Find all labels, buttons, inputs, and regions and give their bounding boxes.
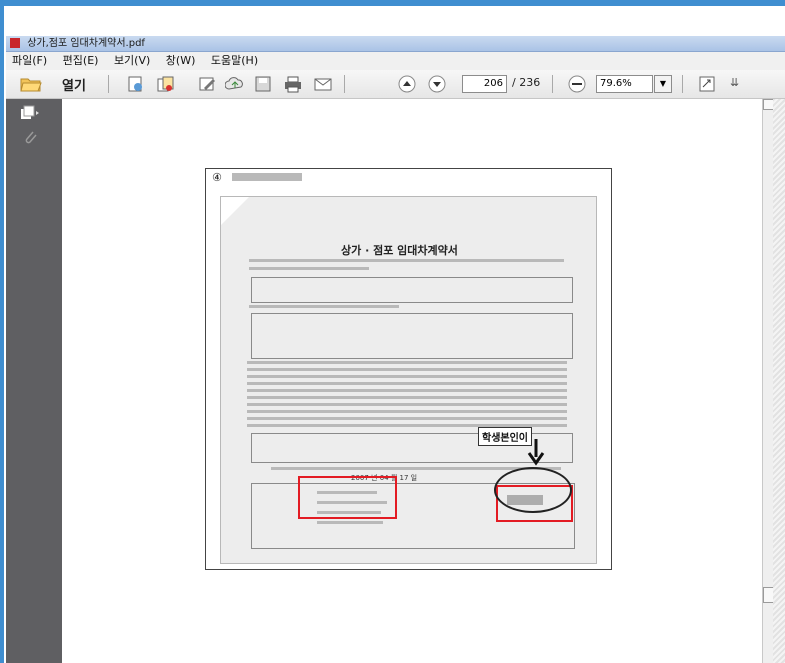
attachment-paperclip-icon[interactable] xyxy=(22,129,38,149)
text-line xyxy=(247,417,567,420)
student-callout: 학생본인이 xyxy=(478,427,532,446)
toolbar: 열기 206 / 236 79.6% ▼ ⇊ xyxy=(6,70,785,99)
text-line xyxy=(247,389,567,392)
menu-window[interactable]: 창(W) xyxy=(166,54,196,67)
text-line xyxy=(249,305,399,308)
sign-icon[interactable] xyxy=(196,74,218,94)
page-header-blurred-text xyxy=(232,173,302,181)
zoom-level-input[interactable]: 79.6% xyxy=(596,75,653,93)
text-line xyxy=(247,368,567,371)
page-down-icon[interactable] xyxy=(426,74,448,94)
property-table xyxy=(251,277,573,303)
text-line xyxy=(249,267,369,270)
page-number-input[interactable]: 206 xyxy=(462,75,507,93)
email-icon[interactable] xyxy=(312,74,334,94)
text-line xyxy=(247,403,567,406)
contract-title: 상가 · 점포 임대차계약서 xyxy=(341,244,458,257)
share-cloud-icon[interactable] xyxy=(224,74,246,94)
text-line xyxy=(247,375,567,378)
text-line xyxy=(247,410,567,413)
open-button-label[interactable]: 열기 xyxy=(62,75,86,94)
text-line xyxy=(247,361,567,364)
text-line xyxy=(247,382,567,385)
highlight-box-tenant-info xyxy=(298,476,397,519)
menu-edit[interactable]: 편집(E) xyxy=(63,54,99,67)
window-frame-left xyxy=(0,0,4,663)
signature-circle xyxy=(494,467,572,513)
combine-icon[interactable] xyxy=(154,74,176,94)
pdf-app-icon xyxy=(10,38,20,48)
toolbar-overflow-icon[interactable]: ⇊ xyxy=(730,76,739,96)
text-line xyxy=(247,396,567,399)
page-number-mark: ④ xyxy=(212,171,222,184)
zoom-out-icon[interactable] xyxy=(566,74,588,94)
menu-help[interactable]: 도움말(H) xyxy=(211,54,258,67)
open-folder-icon[interactable] xyxy=(20,74,42,94)
toolbar-separator xyxy=(552,75,553,93)
callout-arrow-icon xyxy=(527,439,545,466)
toolbar-separator xyxy=(344,75,345,93)
navigation-pane xyxy=(6,99,62,663)
page-up-icon[interactable] xyxy=(396,74,418,94)
pdf-page: ④ 상가 · 점포 임대차계약서 2007 년 04 월 17 일 학생본인이 xyxy=(205,168,612,570)
menu-bar: 파일(F) 편집(E) 보기(V) 창(W) 도움말(H) xyxy=(6,52,785,70)
save-icon[interactable] xyxy=(252,74,274,94)
create-pdf-icon[interactable] xyxy=(124,74,146,94)
title-bar: 상가,점포 임대차계약서.pdf xyxy=(6,36,785,52)
blurred-text xyxy=(317,521,383,524)
toolbar-separator xyxy=(682,75,683,93)
zoom-dropdown-arrow-icon[interactable]: ▼ xyxy=(654,75,672,93)
menu-file[interactable]: 파일(F) xyxy=(12,54,47,67)
print-icon[interactable] xyxy=(282,74,304,94)
fit-window-icon[interactable] xyxy=(696,74,718,94)
payment-table xyxy=(251,313,573,359)
right-pane-edge xyxy=(773,99,785,663)
vertical-scrollbar[interactable] xyxy=(762,99,774,663)
text-line xyxy=(249,259,564,262)
toolbar-separator xyxy=(108,75,109,93)
page-total: / 236 xyxy=(512,76,541,89)
folded-corner xyxy=(221,197,249,225)
window-title: 상가,점포 임대차계약서.pdf xyxy=(27,38,145,49)
menu-view[interactable]: 보기(V) xyxy=(114,54,150,67)
pages-panel-icon[interactable] xyxy=(20,105,40,125)
blank-area xyxy=(4,6,785,36)
